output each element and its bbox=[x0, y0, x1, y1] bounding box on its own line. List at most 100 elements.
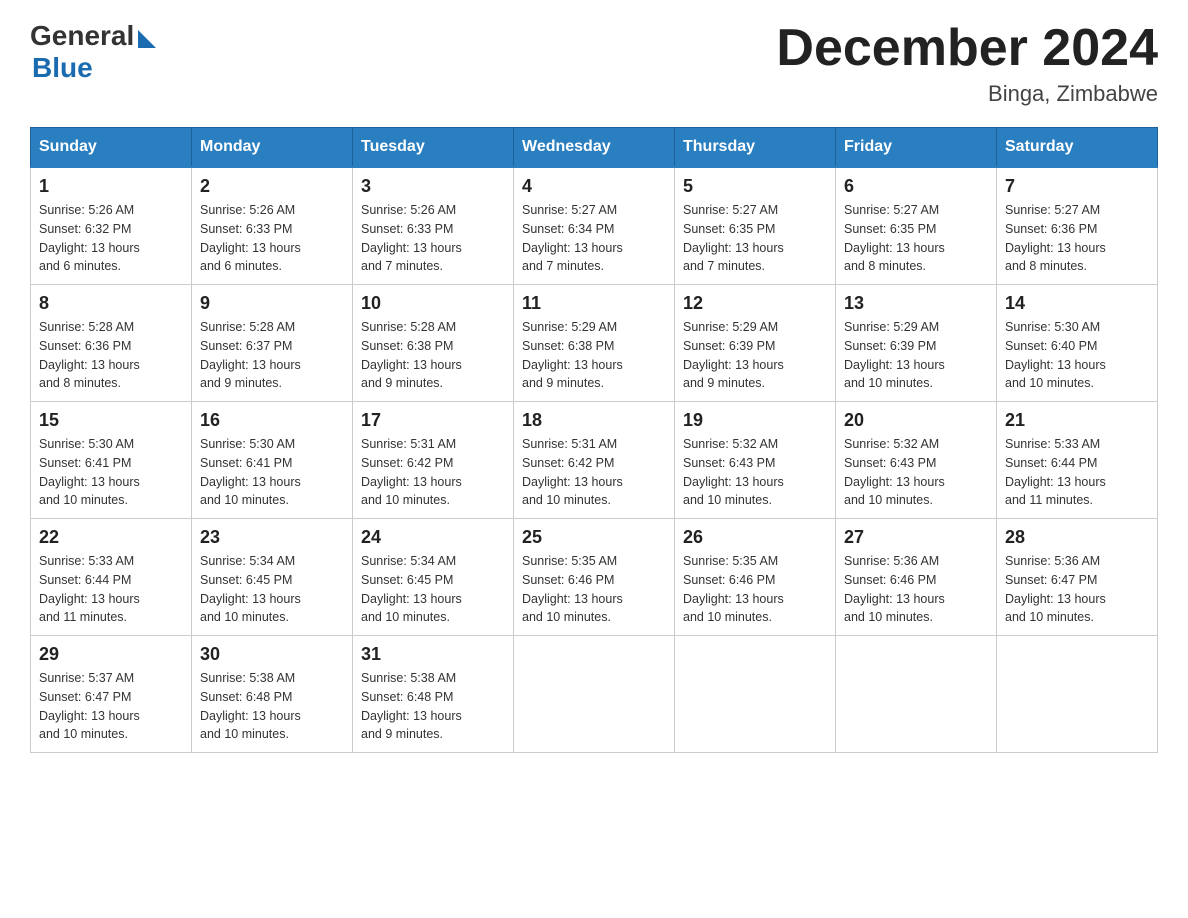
day-info: Sunrise: 5:32 AMSunset: 6:43 PMDaylight:… bbox=[683, 437, 784, 507]
day-header-wednesday: Wednesday bbox=[514, 128, 675, 168]
calendar-empty-cell bbox=[514, 636, 675, 753]
logo: General Blue bbox=[30, 20, 156, 84]
calendar-day-18: 18 Sunrise: 5:31 AMSunset: 6:42 PMDaylig… bbox=[514, 402, 675, 519]
calendar-day-21: 21 Sunrise: 5:33 AMSunset: 6:44 PMDaylig… bbox=[997, 402, 1158, 519]
calendar-day-27: 27 Sunrise: 5:36 AMSunset: 6:46 PMDaylig… bbox=[836, 519, 997, 636]
day-info: Sunrise: 5:26 AMSunset: 6:33 PMDaylight:… bbox=[361, 203, 462, 273]
calendar-day-3: 3 Sunrise: 5:26 AMSunset: 6:33 PMDayligh… bbox=[353, 167, 514, 285]
calendar-day-19: 19 Sunrise: 5:32 AMSunset: 6:43 PMDaylig… bbox=[675, 402, 836, 519]
calendar-day-26: 26 Sunrise: 5:35 AMSunset: 6:46 PMDaylig… bbox=[675, 519, 836, 636]
calendar-empty-cell bbox=[997, 636, 1158, 753]
calendar-day-8: 8 Sunrise: 5:28 AMSunset: 6:36 PMDayligh… bbox=[31, 285, 192, 402]
day-number: 17 bbox=[361, 410, 505, 431]
day-info: Sunrise: 5:28 AMSunset: 6:36 PMDaylight:… bbox=[39, 320, 140, 390]
day-info: Sunrise: 5:27 AMSunset: 6:34 PMDaylight:… bbox=[522, 203, 623, 273]
calendar-empty-cell bbox=[675, 636, 836, 753]
day-info: Sunrise: 5:35 AMSunset: 6:46 PMDaylight:… bbox=[522, 554, 623, 624]
day-number: 8 bbox=[39, 293, 183, 314]
day-info: Sunrise: 5:27 AMSunset: 6:35 PMDaylight:… bbox=[844, 203, 945, 273]
day-info: Sunrise: 5:26 AMSunset: 6:33 PMDaylight:… bbox=[200, 203, 301, 273]
month-year-title: December 2024 bbox=[776, 20, 1158, 77]
day-info: Sunrise: 5:31 AMSunset: 6:42 PMDaylight:… bbox=[361, 437, 462, 507]
calendar-day-20: 20 Sunrise: 5:32 AMSunset: 6:43 PMDaylig… bbox=[836, 402, 997, 519]
calendar-week-row: 29 Sunrise: 5:37 AMSunset: 6:47 PMDaylig… bbox=[31, 636, 1158, 753]
day-number: 13 bbox=[844, 293, 988, 314]
day-header-friday: Friday bbox=[836, 128, 997, 168]
day-info: Sunrise: 5:29 AMSunset: 6:39 PMDaylight:… bbox=[683, 320, 784, 390]
day-header-sunday: Sunday bbox=[31, 128, 192, 168]
day-info: Sunrise: 5:28 AMSunset: 6:38 PMDaylight:… bbox=[361, 320, 462, 390]
logo-arrow-icon bbox=[138, 30, 156, 48]
day-number: 15 bbox=[39, 410, 183, 431]
calendar-day-9: 9 Sunrise: 5:28 AMSunset: 6:37 PMDayligh… bbox=[192, 285, 353, 402]
calendar-day-15: 15 Sunrise: 5:30 AMSunset: 6:41 PMDaylig… bbox=[31, 402, 192, 519]
day-number: 24 bbox=[361, 527, 505, 548]
day-number: 18 bbox=[522, 410, 666, 431]
day-number: 3 bbox=[361, 176, 505, 197]
day-info: Sunrise: 5:36 AMSunset: 6:46 PMDaylight:… bbox=[844, 554, 945, 624]
day-info: Sunrise: 5:29 AMSunset: 6:39 PMDaylight:… bbox=[844, 320, 945, 390]
day-info: Sunrise: 5:27 AMSunset: 6:36 PMDaylight:… bbox=[1005, 203, 1106, 273]
calendar-week-row: 8 Sunrise: 5:28 AMSunset: 6:36 PMDayligh… bbox=[31, 285, 1158, 402]
day-number: 29 bbox=[39, 644, 183, 665]
calendar-day-12: 12 Sunrise: 5:29 AMSunset: 6:39 PMDaylig… bbox=[675, 285, 836, 402]
day-number: 31 bbox=[361, 644, 505, 665]
day-number: 23 bbox=[200, 527, 344, 548]
day-info: Sunrise: 5:37 AMSunset: 6:47 PMDaylight:… bbox=[39, 671, 140, 741]
day-number: 11 bbox=[522, 293, 666, 314]
day-info: Sunrise: 5:36 AMSunset: 6:47 PMDaylight:… bbox=[1005, 554, 1106, 624]
title-section: December 2024 Binga, Zimbabwe bbox=[776, 20, 1158, 107]
calendar-day-23: 23 Sunrise: 5:34 AMSunset: 6:45 PMDaylig… bbox=[192, 519, 353, 636]
day-header-tuesday: Tuesday bbox=[353, 128, 514, 168]
calendar-day-11: 11 Sunrise: 5:29 AMSunset: 6:38 PMDaylig… bbox=[514, 285, 675, 402]
calendar-day-10: 10 Sunrise: 5:28 AMSunset: 6:38 PMDaylig… bbox=[353, 285, 514, 402]
day-info: Sunrise: 5:29 AMSunset: 6:38 PMDaylight:… bbox=[522, 320, 623, 390]
calendar-day-28: 28 Sunrise: 5:36 AMSunset: 6:47 PMDaylig… bbox=[997, 519, 1158, 636]
calendar-day-6: 6 Sunrise: 5:27 AMSunset: 6:35 PMDayligh… bbox=[836, 167, 997, 285]
day-number: 28 bbox=[1005, 527, 1149, 548]
day-header-saturday: Saturday bbox=[997, 128, 1158, 168]
day-number: 30 bbox=[200, 644, 344, 665]
day-info: Sunrise: 5:34 AMSunset: 6:45 PMDaylight:… bbox=[361, 554, 462, 624]
page-header: General Blue December 2024 Binga, Zimbab… bbox=[30, 20, 1158, 107]
calendar-day-24: 24 Sunrise: 5:34 AMSunset: 6:45 PMDaylig… bbox=[353, 519, 514, 636]
location-subtitle: Binga, Zimbabwe bbox=[776, 81, 1158, 107]
calendar-day-29: 29 Sunrise: 5:37 AMSunset: 6:47 PMDaylig… bbox=[31, 636, 192, 753]
day-number: 4 bbox=[522, 176, 666, 197]
day-number: 21 bbox=[1005, 410, 1149, 431]
calendar-day-13: 13 Sunrise: 5:29 AMSunset: 6:39 PMDaylig… bbox=[836, 285, 997, 402]
day-info: Sunrise: 5:33 AMSunset: 6:44 PMDaylight:… bbox=[1005, 437, 1106, 507]
day-number: 14 bbox=[1005, 293, 1149, 314]
day-info: Sunrise: 5:32 AMSunset: 6:43 PMDaylight:… bbox=[844, 437, 945, 507]
calendar-header-row: SundayMondayTuesdayWednesdayThursdayFrid… bbox=[31, 128, 1158, 168]
logo-blue-text: Blue bbox=[32, 52, 93, 84]
day-number: 10 bbox=[361, 293, 505, 314]
calendar-week-row: 15 Sunrise: 5:30 AMSunset: 6:41 PMDaylig… bbox=[31, 402, 1158, 519]
logo-general-text: General bbox=[30, 20, 134, 52]
day-info: Sunrise: 5:34 AMSunset: 6:45 PMDaylight:… bbox=[200, 554, 301, 624]
calendar-day-2: 2 Sunrise: 5:26 AMSunset: 6:33 PMDayligh… bbox=[192, 167, 353, 285]
calendar-week-row: 22 Sunrise: 5:33 AMSunset: 6:44 PMDaylig… bbox=[31, 519, 1158, 636]
day-info: Sunrise: 5:33 AMSunset: 6:44 PMDaylight:… bbox=[39, 554, 140, 624]
calendar-day-5: 5 Sunrise: 5:27 AMSunset: 6:35 PMDayligh… bbox=[675, 167, 836, 285]
calendar-table: SundayMondayTuesdayWednesdayThursdayFrid… bbox=[30, 127, 1158, 753]
day-number: 12 bbox=[683, 293, 827, 314]
calendar-day-1: 1 Sunrise: 5:26 AMSunset: 6:32 PMDayligh… bbox=[31, 167, 192, 285]
day-header-thursday: Thursday bbox=[675, 128, 836, 168]
day-number: 20 bbox=[844, 410, 988, 431]
day-info: Sunrise: 5:27 AMSunset: 6:35 PMDaylight:… bbox=[683, 203, 784, 273]
day-number: 1 bbox=[39, 176, 183, 197]
calendar-day-31: 31 Sunrise: 5:38 AMSunset: 6:48 PMDaylig… bbox=[353, 636, 514, 753]
day-number: 9 bbox=[200, 293, 344, 314]
day-info: Sunrise: 5:30 AMSunset: 6:41 PMDaylight:… bbox=[200, 437, 301, 507]
day-number: 22 bbox=[39, 527, 183, 548]
day-info: Sunrise: 5:28 AMSunset: 6:37 PMDaylight:… bbox=[200, 320, 301, 390]
day-number: 2 bbox=[200, 176, 344, 197]
calendar-day-14: 14 Sunrise: 5:30 AMSunset: 6:40 PMDaylig… bbox=[997, 285, 1158, 402]
calendar-day-7: 7 Sunrise: 5:27 AMSunset: 6:36 PMDayligh… bbox=[997, 167, 1158, 285]
day-info: Sunrise: 5:31 AMSunset: 6:42 PMDaylight:… bbox=[522, 437, 623, 507]
calendar-empty-cell bbox=[836, 636, 997, 753]
day-number: 27 bbox=[844, 527, 988, 548]
day-info: Sunrise: 5:30 AMSunset: 6:40 PMDaylight:… bbox=[1005, 320, 1106, 390]
day-number: 5 bbox=[683, 176, 827, 197]
